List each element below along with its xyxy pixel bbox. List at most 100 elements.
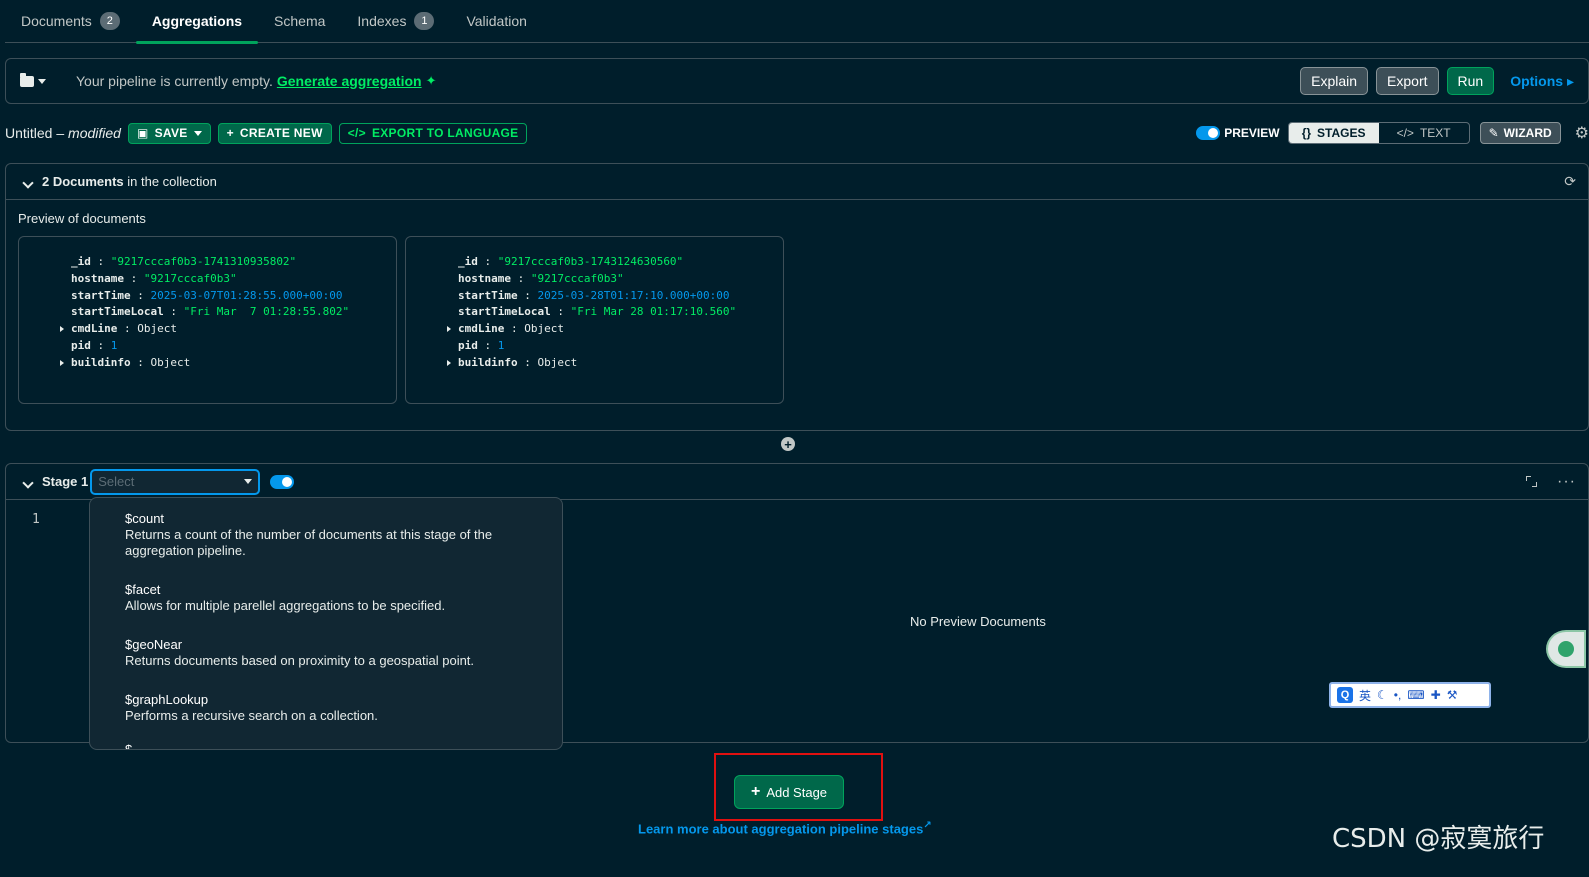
expand-icon[interactable] xyxy=(1526,476,1538,487)
doc-field: startTime : 2025-03-07T01:28:55.000+00:0… xyxy=(71,288,343,302)
learn-more-link[interactable]: Learn more about aggregation pipeline st… xyxy=(638,820,932,836)
run-button[interactable]: Run xyxy=(1446,67,1495,95)
tab-indexes[interactable]: Indexes 1 xyxy=(341,0,450,43)
doc-field-expandable[interactable]: cmdLine : Object xyxy=(447,321,783,338)
wrench-icon[interactable]: ⚒ xyxy=(1447,688,1458,702)
pipeline-bar: Your pipeline is currently empty. Genera… xyxy=(5,58,1589,104)
wizard-button[interactable]: ✎ WIZARD xyxy=(1479,122,1561,144)
ime-language[interactable]: 英 xyxy=(1359,687,1371,704)
document-count-value: 2 Documents xyxy=(42,174,124,189)
save-button[interactable]: ▣ SAVE xyxy=(127,122,211,144)
doc-field: pid : 1 xyxy=(71,338,118,352)
ime-logo-icon: Q xyxy=(1337,687,1353,703)
tab-documents[interactable]: Documents 2 xyxy=(5,0,136,43)
punctuation-icon[interactable]: •, xyxy=(1394,688,1402,702)
preview-label: PREVIEW xyxy=(1224,126,1280,140)
stage-header: Stage 1 Select ··· xyxy=(6,464,1588,500)
keyboard-icon[interactable]: ⌨ xyxy=(1407,688,1424,702)
ime-toolbar[interactable]: Q 英 ☾ •, ⌨ ✚ ⚒ xyxy=(1329,682,1491,708)
dropdown-option-partial[interactable]: $ xyxy=(125,742,132,749)
doc-field: startTimeLocal : "Fri Mar 7 01:28:55.802… xyxy=(71,305,350,319)
explain-button[interactable]: Explain xyxy=(1300,67,1369,95)
document-card: _id : "9217cccaf0b3-1743124630560" hostn… xyxy=(405,236,784,404)
watermark: CSDN @寂寞旅行 xyxy=(1332,824,1545,854)
doc-field-expandable[interactable]: cmdLine : Object xyxy=(60,321,396,338)
caret-right-icon: ▸ xyxy=(1566,72,1574,89)
more-options-icon[interactable]: ··· xyxy=(1557,473,1576,491)
dropdown-option-graphlookup[interactable]: $graphLookup Performs a recursive search… xyxy=(125,692,545,724)
field-value: 1 xyxy=(110,338,118,352)
assistant-bubble-icon[interactable] xyxy=(1546,630,1586,668)
tab-validation[interactable]: Validation xyxy=(450,0,542,43)
learn-more-label: Learn more about aggregation pipeline st… xyxy=(638,821,924,837)
refresh-icon[interactable]: ⟳ xyxy=(1564,173,1576,190)
tab-schema[interactable]: Schema xyxy=(258,0,341,43)
chevron-down-icon[interactable] xyxy=(22,176,34,189)
save-icon: ▣ xyxy=(136,126,149,140)
tab-aggregations[interactable]: Aggregations xyxy=(135,0,259,44)
field-key: startTime xyxy=(71,288,131,302)
field-value: Object xyxy=(537,355,578,369)
caret-right-icon[interactable] xyxy=(60,326,64,333)
option-description: Returns documents based on proximity to … xyxy=(125,653,475,668)
field-key: buildinfo xyxy=(458,355,518,369)
tab-documents-label: Documents xyxy=(21,13,92,29)
moon-icon[interactable]: ☾ xyxy=(1377,688,1388,702)
generate-aggregation-link[interactable]: Generate aggregation xyxy=(277,73,422,89)
export-button[interactable]: Export xyxy=(1376,67,1439,95)
caret-right-icon[interactable] xyxy=(447,326,451,333)
chevron-down-icon[interactable] xyxy=(22,476,34,489)
sparkle-icon: ✦ xyxy=(425,73,437,88)
stage-operator-dropdown: $count Returns a count of the number of … xyxy=(89,497,563,750)
dropdown-option-geonear[interactable]: $geoNear Returns documents based on prox… xyxy=(125,637,545,669)
doc-field: pid : 1 xyxy=(458,338,505,352)
caret-right-icon[interactable] xyxy=(60,359,64,366)
dropdown-option-facet[interactable]: $facet Allows for multiple parellel aggr… xyxy=(125,582,545,614)
save-label: SAVE xyxy=(154,126,188,140)
field-key: _id xyxy=(458,255,478,268)
field-value: "9217cccaf0b3" xyxy=(143,271,237,285)
create-new-button[interactable]: + CREATE NEW xyxy=(217,122,332,144)
field-value: "9217cccaf0b3-1741310935802" xyxy=(110,255,297,268)
export-to-language-button[interactable]: </> EXPORT TO LANGUAGE xyxy=(338,122,528,144)
view-controls: PREVIEW {} STAGES </> TEXT ✎ WIZARD ⚙ xyxy=(1196,122,1589,144)
field-value: 1 xyxy=(497,338,505,352)
pipeline-toolbar: Untitled – modified ▣ SAVE + CREATE NEW … xyxy=(5,121,1589,145)
tab-indexes-label: Indexes xyxy=(357,13,407,29)
caret-right-icon[interactable] xyxy=(447,359,451,366)
saved-pipelines-button[interactable] xyxy=(20,72,76,87)
code-icon: </> xyxy=(1396,126,1414,140)
gear-icon[interactable]: ⚙ xyxy=(1575,123,1589,143)
stage-operator-select[interactable]: Select xyxy=(90,468,261,495)
field-key: pid xyxy=(71,338,91,352)
field-key: cmdLine xyxy=(458,322,505,336)
field-key: hostname xyxy=(71,271,124,285)
field-value: "9217cccaf0b3-1743124630560" xyxy=(497,255,684,268)
field-value: "Fri Mar 28 01:17:10.560" xyxy=(570,305,737,319)
stages-view-button[interactable]: {} STAGES xyxy=(1288,123,1379,143)
field-value: "9217cccaf0b3" xyxy=(530,271,624,285)
options-button[interactable]: Options ▸ xyxy=(1510,73,1574,90)
tab-aggregations-label: Aggregations xyxy=(151,13,243,29)
add-stage-inline-icon[interactable]: + xyxy=(781,437,795,451)
documents-count-badge: 2 xyxy=(99,12,120,30)
add-stage-button[interactable]: + Add Stage xyxy=(734,775,844,809)
doc-field: startTime : 2025-03-28T01:17:10.000+00:0… xyxy=(458,288,730,302)
text-view-button[interactable]: </> TEXT xyxy=(1379,123,1469,143)
caret-down-icon xyxy=(38,78,46,84)
field-value: Object xyxy=(137,322,177,336)
doc-field-expandable[interactable]: buildinfo : Object xyxy=(60,355,396,372)
option-name: $count xyxy=(125,511,165,526)
stages-label: STAGES xyxy=(1317,126,1366,140)
doc-field-expandable[interactable]: buildinfo : Object xyxy=(447,355,783,372)
stage-enable-toggle[interactable] xyxy=(270,474,295,489)
doc-field: hostname : "9217cccaf0b3" xyxy=(71,271,237,285)
preview-toggle[interactable] xyxy=(1196,126,1221,140)
braces-icon: {} xyxy=(1301,126,1312,140)
dropdown-option-count[interactable]: $count Returns a count of the number of … xyxy=(125,511,545,559)
caret-down-icon xyxy=(193,130,202,136)
settings-icon[interactable]: ✚ xyxy=(1431,688,1441,702)
field-key: startTimeLocal xyxy=(458,305,551,319)
doc-field: _id : "9217cccaf0b3-1743124630560" xyxy=(458,255,684,268)
field-key: cmdLine xyxy=(71,322,118,336)
